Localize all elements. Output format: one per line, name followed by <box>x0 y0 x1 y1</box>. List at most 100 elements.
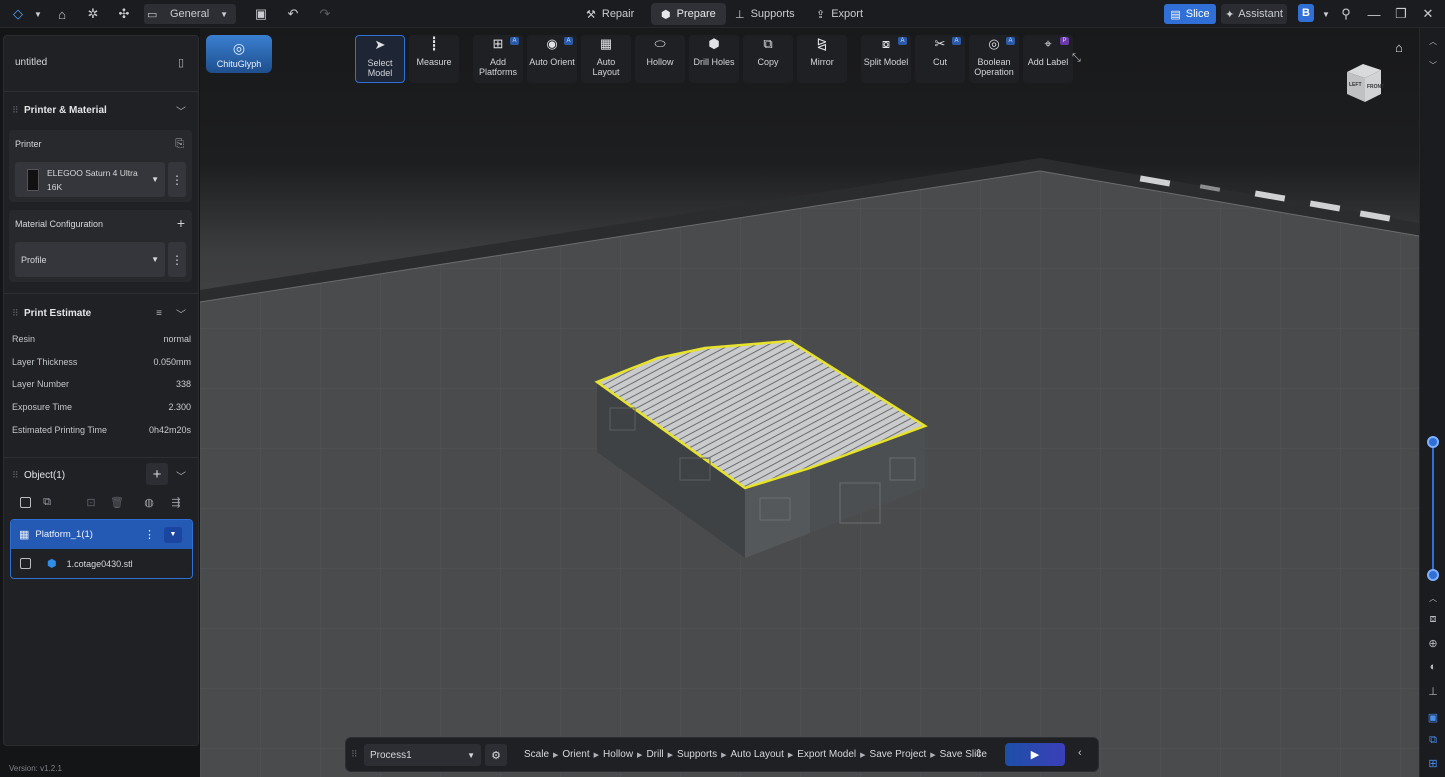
close-icon[interactable]: ✕ <box>1418 4 1438 24</box>
objects-header[interactable]: ⠿ Object(1) + ﹀ <box>4 463 198 485</box>
undo-icon[interactable]: ↶ <box>283 4 303 24</box>
tool-add-label[interactable]: ⌖ Add Label P <box>1023 35 1073 83</box>
slice-button[interactable]: ▤ Slice <box>1164 4 1216 24</box>
expand-down-icon[interactable]: ﹀ <box>1426 58 1440 72</box>
print-estimate-header[interactable]: ⠿ Print Estimate ≡ ﹀ <box>4 303 198 323</box>
drag-handle-icon[interactable]: ⠿ <box>12 470 20 481</box>
process-select[interactable]: Process1 ▼ <box>364 744 481 766</box>
group-icon[interactable]: ⧉ <box>40 495 54 509</box>
object-checkbox[interactable] <box>20 558 31 569</box>
workflow-step[interactable]: Export Model <box>797 749 856 760</box>
slider-up-icon[interactable]: ︿ <box>1426 591 1440 605</box>
workflow-step[interactable]: Save Project <box>870 749 927 760</box>
pin-icon[interactable]: ⚲ <box>1336 4 1356 24</box>
tab-prepare[interactable]: ⬢ Prepare <box>651 3 726 25</box>
drag-handle-icon[interactable]: ⠿ <box>12 308 20 319</box>
run-workflow-button[interactable]: ▶ <box>1005 743 1065 766</box>
project-name[interactable]: untitled <box>15 57 47 68</box>
restore-icon[interactable]: ❐ <box>1391 4 1411 24</box>
tool-select-model[interactable]: ➤ Select Model <box>355 35 405 83</box>
assistant-button[interactable]: ✦ Assistant <box>1221 4 1287 24</box>
workflow-step[interactable]: Hollow <box>603 749 633 760</box>
platform-row[interactable]: ▦ Platform_1(1) ⋮ ▼ <box>11 520 192 549</box>
redo-icon[interactable]: ↷ <box>315 4 335 24</box>
collapse-toolbar-icon[interactable]: ⤡ <box>1072 52 1081 65</box>
mirror-icon: ⧎ <box>816 36 828 51</box>
home-icon[interactable]: ⌂ <box>52 4 72 24</box>
sidebar-toggle-icon[interactable]: ▯ <box>178 56 184 69</box>
sort-vertical-icon[interactable]: ⇕ <box>974 747 983 760</box>
estimate-value: 0h42m20s <box>148 424 191 435</box>
account-chevron-icon[interactable]: ▼ <box>1316 4 1336 24</box>
tool-measure[interactable]: ┋ Measure <box>409 35 459 83</box>
app-menu-chevron-icon[interactable]: ▼ <box>28 4 48 24</box>
layer-slider-top-handle[interactable] <box>1427 436 1439 448</box>
sort-icon[interactable]: ⇶ <box>169 495 183 509</box>
platform-more-icon[interactable]: ⋮ <box>144 528 155 541</box>
tab-export[interactable]: ⇪ Export <box>806 4 873 24</box>
printer-more-icon[interactable]: ⋮ <box>168 162 186 197</box>
step-arrow-icon: ▶ <box>787 751 794 759</box>
printer-material-header[interactable]: ⠿ Printer & Material ﹀ <box>4 100 198 120</box>
drag-handle-icon[interactable]: ⠿ <box>12 105 20 116</box>
layer-slider-track[interactable] <box>1432 442 1434 574</box>
tool-drill-holes[interactable]: ⬢ Drill Holes <box>689 35 739 83</box>
layer-slider-bottom-handle[interactable] <box>1427 569 1439 581</box>
target-icon[interactable]: ⊕ <box>1426 636 1440 650</box>
drag-handle-icon[interactable]: ⠿ <box>351 749 358 760</box>
printer-settings-icon[interactable]: ⎘ <box>175 138 184 151</box>
chevron-left-icon[interactable]: ‹ <box>1078 747 1082 759</box>
profile-select[interactable]: Profile ▼ <box>15 242 165 277</box>
workflow-step[interactable]: Supports <box>677 749 717 760</box>
workflow-step[interactable]: Orient <box>562 749 589 760</box>
ground-icon[interactable]: ⊥ <box>1426 684 1440 698</box>
platform-expand-icon[interactable]: ▼ <box>164 526 182 543</box>
add-material-icon[interactable]: + <box>177 215 185 231</box>
chituglyph-button[interactable]: ◎ ChituGlyph <box>206 35 272 73</box>
sun-icon[interactable]: ✲ <box>83 4 103 24</box>
printer-select[interactable]: ELEGOO Saturn 4 Ultra 16K ▼ <box>15 162 165 197</box>
delete-icon[interactable]: 🗑 <box>110 495 124 509</box>
tool-auto-orient[interactable]: ◉ Auto Orient A <box>527 35 577 83</box>
tab-supports[interactable]: ⊥ Supports <box>725 4 805 24</box>
process-settings-icon[interactable]: ⚙ <box>485 744 507 766</box>
chevron-down-icon[interactable]: ﹀ <box>176 103 186 118</box>
chevron-down-icon[interactable]: ﹀ <box>176 306 186 321</box>
tool-copy[interactable]: ⧉ Copy <box>743 35 793 83</box>
view-mode-select[interactable]: ▭ General ▼ <box>144 4 236 24</box>
workflow-step[interactable]: Drill <box>646 749 663 760</box>
sphere-icon[interactable]: ◐ <box>1426 660 1440 674</box>
account-icon[interactable]: B <box>1298 4 1314 22</box>
tab-supports-label: Supports <box>750 8 795 20</box>
split-view-icon[interactable]: ⊞ <box>1426 756 1440 770</box>
tool-mirror[interactable]: ⧎ Mirror <box>797 35 847 83</box>
palette-icon[interactable]: ◍ <box>142 495 156 509</box>
tool-split-model[interactable]: ⧇ Split Model A <box>861 35 911 83</box>
network-icon[interactable]: ✣ <box>114 4 134 24</box>
chevron-down-icon[interactable]: ﹀ <box>176 468 186 483</box>
box-view-icon[interactable]: ⧈ <box>1426 612 1440 626</box>
list-icon[interactable]: ≡ <box>156 308 162 319</box>
minimize-icon[interactable]: — <box>1364 4 1384 24</box>
tool-auto-layout[interactable]: ▦ Auto Layout <box>581 35 631 83</box>
tool-boolean-operation[interactable]: ◎ Boolean Operation A <box>969 35 1019 83</box>
tool-hollow[interactable]: ⬭ Hollow <box>635 35 685 83</box>
add-object-icon[interactable]: + <box>146 463 168 485</box>
tool-add-platforms[interactable]: ⊞ Add Platforms A <box>473 35 523 83</box>
3d-viewport[interactable] <box>200 28 1419 777</box>
object-row[interactable]: ⬢ 1.cotage0430.stl <box>11 549 192 578</box>
workflow-step[interactable]: Auto Layout <box>730 749 783 760</box>
layers-icon[interactable]: ⧉ <box>1426 733 1440 747</box>
save-icon[interactable]: ▣ <box>251 4 271 24</box>
select-all-checkbox[interactable] <box>20 497 31 508</box>
frame-icon[interactable]: ▣ <box>1426 710 1440 724</box>
app-logo-icon[interactable]: ◇ <box>8 4 28 24</box>
workflow-step[interactable]: Scale <box>524 749 549 760</box>
tool-cut[interactable]: ✂ Cut A <box>915 35 965 83</box>
fit-icon[interactable]: ⊡ <box>84 495 98 509</box>
collapse-up-icon[interactable]: ︿ <box>1426 34 1440 48</box>
profile-more-icon[interactable]: ⋮ <box>168 242 186 277</box>
view-cube[interactable]: FRONT LEFT <box>1343 62 1384 104</box>
home-view-icon[interactable]: ⌂ <box>1395 40 1403 55</box>
tab-repair[interactable]: ⚒ Repair <box>576 4 644 24</box>
